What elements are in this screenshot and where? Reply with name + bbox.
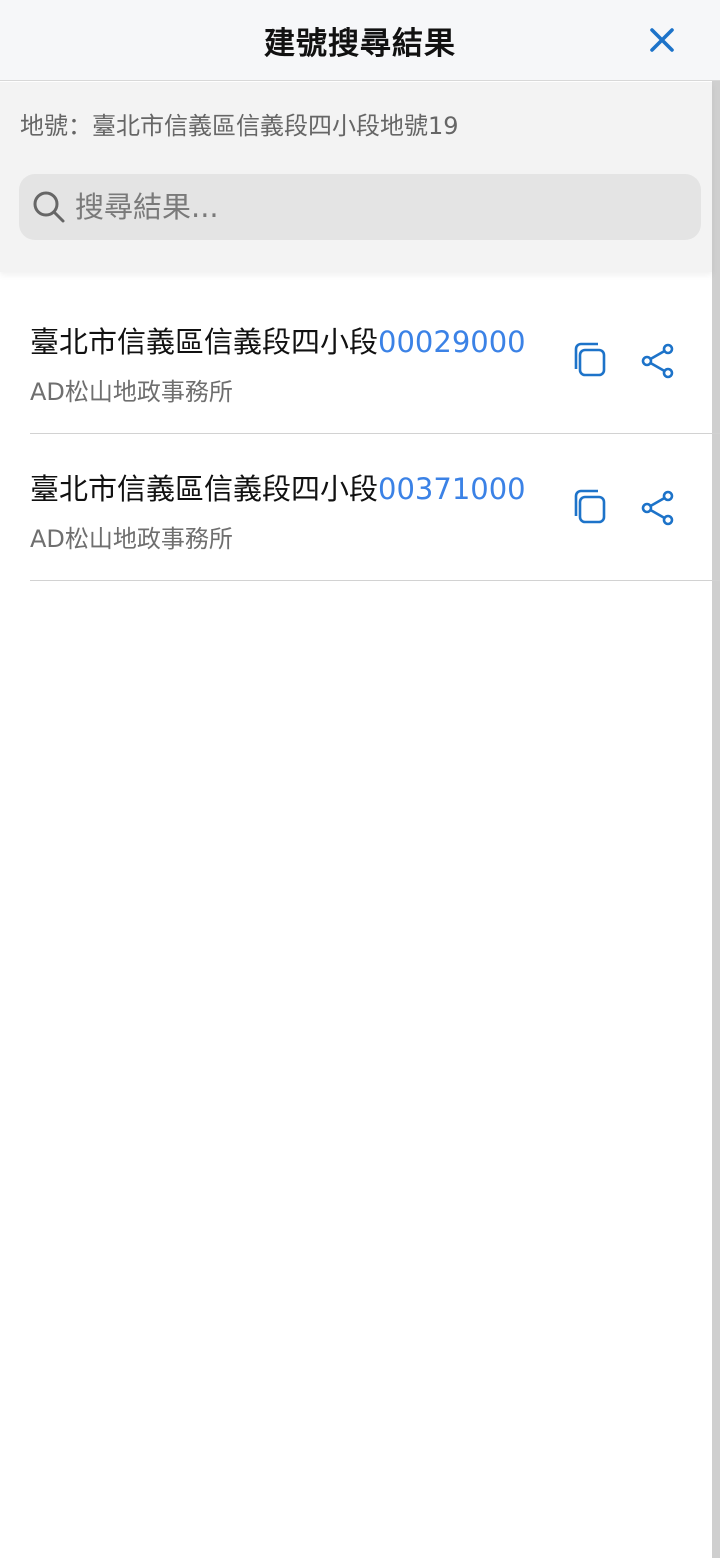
close-button[interactable] <box>644 22 680 58</box>
copy-icon <box>574 342 606 377</box>
share-button[interactable] <box>638 488 678 528</box>
share-button[interactable] <box>638 341 678 381</box>
results-list: 臺北市信義區信義段四小段00029000 AD松山地政事務所 臺北市信義區信義段… <box>0 287 720 581</box>
search-box[interactable] <box>19 174 701 240</box>
list-item[interactable]: 臺北市信義區信義段四小段00029000 AD松山地政事務所 <box>0 287 720 434</box>
parcel-label: 地號：臺北市信義區信義段四小段地號19 <box>20 112 459 140</box>
copy-button[interactable] <box>572 341 612 381</box>
search-input[interactable] <box>75 190 675 224</box>
result-address: 臺北市信義區信義段四小段 <box>30 325 379 359</box>
divider <box>30 580 720 581</box>
header-bar: 建號搜尋結果 <box>0 0 720 81</box>
query-panel: 地號：臺北市信義區信義段四小段地號19 <box>0 82 712 272</box>
result-number: 00371000 <box>378 472 526 506</box>
page-title: 建號搜尋結果 <box>264 25 456 62</box>
result-number: 00029000 <box>378 325 526 359</box>
copy-button[interactable] <box>572 488 612 528</box>
list-item[interactable]: 臺北市信義區信義段四小段00371000 AD松山地政事務所 <box>0 434 720 581</box>
share-icon <box>641 490 674 526</box>
search-results-page: 建號搜尋結果 地號：臺北市信義區信義段四小段地號19 臺北市信義區信義段四小段0… <box>0 0 720 1558</box>
share-icon <box>641 343 674 379</box>
result-address: 臺北市信義區信義段四小段 <box>30 472 379 506</box>
close-icon <box>650 28 674 52</box>
result-office: AD松山地政事務所 <box>30 378 233 406</box>
copy-icon <box>574 489 606 524</box>
result-title: 臺北市信義區信義段四小段00371000 <box>30 466 526 508</box>
result-office: AD松山地政事務所 <box>30 525 233 553</box>
result-title: 臺北市信義區信義段四小段00029000 <box>30 319 526 361</box>
search-icon <box>31 189 67 225</box>
